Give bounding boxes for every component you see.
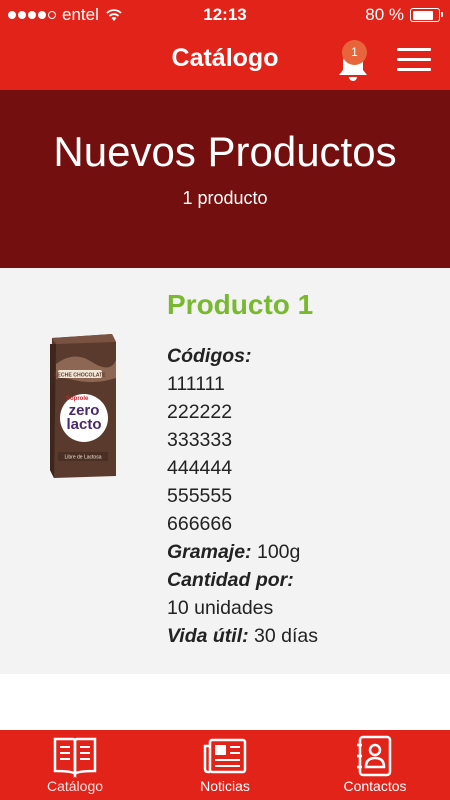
tab-label: Catálogo (46, 778, 104, 794)
product-image-flavor: LECHE CHOCOLATE (54, 373, 106, 379)
page-title: Catálogo (171, 44, 279, 72)
code-item: 222222 (167, 401, 233, 423)
code-item: 555555 (167, 485, 233, 507)
hero-banner: Nuevos Productos 1 producto (0, 90, 450, 268)
hamburger-menu-icon[interactable] (397, 48, 431, 72)
tab-label: Contactos (343, 778, 407, 794)
contacts-icon (357, 735, 392, 777)
weight-value: 100g (256, 541, 301, 563)
battery-icon (410, 8, 443, 22)
battery-fill (412, 10, 433, 20)
battery-percent: 80 % (365, 5, 404, 24)
hero-title: Nuevos Productos (53, 128, 397, 175)
weight-row: Gramaje: 100g (167, 538, 318, 566)
top-nav-bar: Catálogo 1 (0, 30, 450, 90)
weight-label: Gramaje: (167, 541, 252, 563)
tab-catalogo[interactable]: Catálogo (0, 730, 150, 800)
shelf-life-value: 30 días (254, 625, 318, 647)
status-right: 80 % (365, 5, 443, 25)
newspaper-icon (203, 738, 247, 774)
product-image-line2: lacto (66, 416, 101, 433)
product-details: Producto 1 Códigos: 111111 222222 333333… (167, 288, 318, 650)
bottom-tab-bar: Catálogo Noticias Contactos (0, 730, 450, 800)
tab-label: Noticias (200, 778, 250, 794)
status-bar: entel 12:13 80 % (0, 0, 450, 30)
code-item: 444444 (167, 457, 233, 479)
tab-noticias[interactable]: Noticias (150, 730, 300, 800)
product-count: 1 producto (182, 188, 268, 208)
shelf-life-label: Vida útil: (167, 625, 249, 647)
quantity-value: 10 unidades (167, 597, 274, 619)
notification-badge[interactable]: 1 (342, 40, 367, 65)
product-image-claim: Libre de Lactosa (65, 455, 102, 461)
shelf-life-row: Vida útil: 30 días (167, 622, 318, 650)
tab-contactos[interactable]: Contactos (300, 730, 450, 800)
book-icon (53, 737, 97, 778)
quantity-label: Cantidad por: (167, 569, 294, 591)
code-item: 666666 (167, 513, 233, 535)
code-item: 111111 (167, 373, 225, 395)
codes-label: Códigos: (167, 345, 252, 367)
code-item: 333333 (167, 429, 233, 451)
product-image: LECHE CHOCOLATE Soprole zero lacto Libre… (50, 334, 116, 478)
product-name[interactable]: Producto 1 (167, 288, 318, 322)
product-card[interactable]: LECHE CHOCOLATE Soprole zero lacto Libre… (0, 268, 450, 674)
